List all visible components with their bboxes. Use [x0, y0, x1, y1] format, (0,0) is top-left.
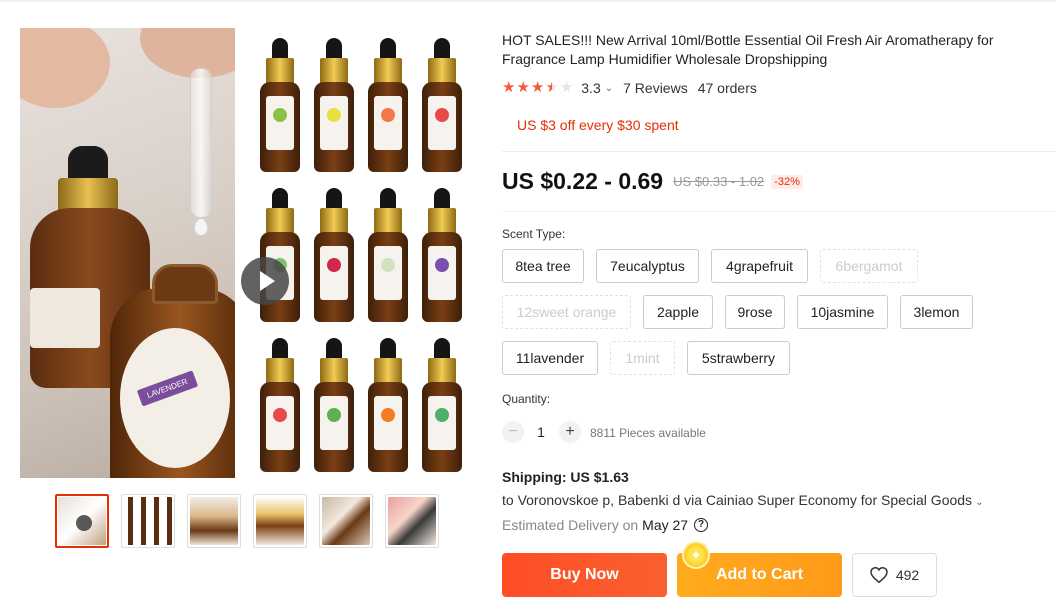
oil-bottle	[260, 338, 300, 478]
delivery-label: Estimated Delivery on	[502, 517, 639, 533]
quantity-label: Quantity:	[502, 392, 551, 406]
shipping-destination[interactable]: to Voronovskoe p, Babenki d via Cainiao …	[502, 492, 983, 508]
coin-icon: ✦	[682, 541, 710, 569]
sku-option-disabled: 6bergamot	[820, 249, 918, 283]
wishlist-count: 492	[895, 567, 920, 583]
orders-count: 47 orders	[697, 80, 757, 96]
oil-bottle	[422, 188, 462, 328]
oil-bottle	[422, 338, 462, 478]
sku-option[interactable]: 2apple	[643, 295, 713, 329]
rating-row: ★ ★ ★ ★ ★ 3.3 ⌄ 7 Reviews 47 orders	[502, 80, 757, 97]
thumbnail-6[interactable]	[385, 494, 439, 548]
coupon-banner[interactable]: US $3 off every $30 spent	[517, 117, 679, 133]
chevron-down-icon: ⌄	[975, 497, 984, 508]
quantity-decrease-button[interactable]: −	[502, 421, 524, 443]
oil-bottle	[314, 188, 354, 328]
shipping-price: Shipping: US $1.63	[502, 469, 629, 485]
star-icon: ★	[502, 79, 516, 96]
sku-option[interactable]: 3lemon	[900, 295, 973, 329]
buy-now-button[interactable]: Buy Now	[502, 553, 667, 597]
thumbnail-strip	[55, 494, 439, 548]
sku-property-label: Scent Type:	[502, 227, 566, 241]
divider	[502, 211, 1056, 212]
thumbnail-2[interactable]	[121, 494, 175, 548]
estimated-delivery: Estimated Delivery on May 27 ?	[502, 517, 709, 533]
main-product-image[interactable]: LAVENDER	[20, 28, 470, 478]
shipping-destination-text: to Voronovskoe p, Babenki d via Cainiao …	[502, 492, 973, 508]
chevron-down-icon[interactable]: ⌄	[605, 83, 613, 94]
star-half-icon: ★	[545, 79, 559, 96]
sku-option[interactable]: 4grapefruit	[711, 249, 808, 283]
divider	[502, 151, 1056, 152]
star-rating: ★ ★ ★ ★ ★	[502, 80, 573, 96]
sku-option[interactable]: 5strawberry	[687, 341, 790, 375]
thumbnail-3[interactable]	[187, 494, 241, 548]
rating-value[interactable]: 3.3	[581, 80, 600, 96]
play-video-button[interactable]	[241, 257, 289, 305]
oil-bottle	[368, 338, 408, 478]
quantity-increase-button[interactable]: +	[559, 421, 581, 443]
oil-bottle	[368, 38, 408, 178]
price-row: US $0.22 - 0.69 US $0.33 - 1.02 -32%	[502, 168, 803, 195]
discount-badge: -32%	[771, 174, 803, 189]
sku-option[interactable]: 7eucalyptus	[596, 249, 699, 283]
bottle-grid-photo	[246, 28, 470, 478]
thumbnail-1[interactable]	[55, 494, 109, 548]
star-icon: ★	[516, 79, 530, 96]
star-empty-icon: ★	[559, 79, 574, 96]
sku-option[interactable]: 10jasmine	[797, 295, 888, 329]
original-price: US $0.33 - 1.02	[673, 174, 765, 189]
sku-option-disabled: 12sweet orange	[502, 295, 631, 329]
thumbnail-5[interactable]	[319, 494, 373, 548]
product-title: HOT SALES!!! New Arrival 10ml/Bottle Ess…	[502, 32, 994, 67]
reviews-link[interactable]: 7 Reviews	[623, 80, 688, 96]
oil-bottle	[260, 38, 300, 178]
star-icon: ★	[530, 79, 545, 96]
sku-option[interactable]: 8tea tree	[502, 249, 584, 283]
thumbnail-4[interactable]	[253, 494, 307, 548]
lifestyle-photo: LAVENDER	[20, 28, 235, 478]
sku-option-disabled: 1mint	[610, 341, 675, 375]
current-price: US $0.22 - 0.69	[502, 168, 664, 194]
heart-icon	[870, 567, 888, 583]
oil-bottle	[314, 338, 354, 478]
oil-bottle	[422, 38, 462, 178]
sku-option[interactable]: 9rose	[725, 295, 785, 329]
wishlist-button[interactable]: 492	[852, 553, 937, 597]
oil-bottle	[368, 188, 408, 328]
help-icon[interactable]: ?	[694, 518, 709, 532]
delivery-date: May 27	[642, 517, 689, 533]
quantity-input[interactable]	[527, 421, 555, 443]
play-icon	[76, 515, 92, 531]
oil-bottle	[314, 38, 354, 178]
top-border	[0, 0, 1056, 2]
stock-available: 8811 Pieces available	[590, 426, 706, 440]
sku-option[interactable]: 11lavender	[502, 341, 598, 375]
